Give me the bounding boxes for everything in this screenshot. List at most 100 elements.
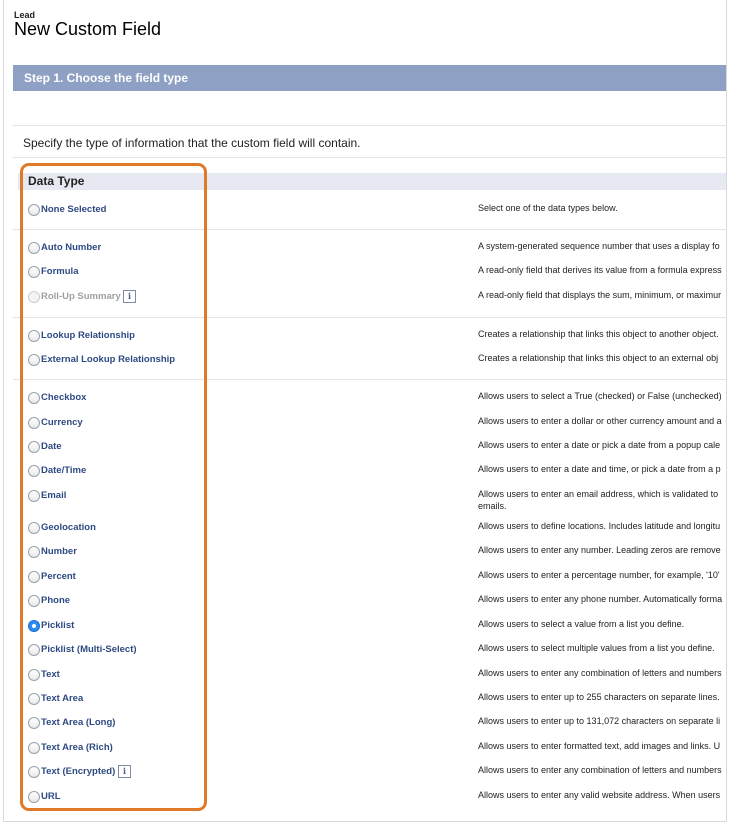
field-type-row: External Lookup Relationship Creates a re…	[4, 352, 726, 372]
field-type-radio[interactable]	[28, 490, 40, 502]
divider	[13, 157, 726, 158]
field-type-radio[interactable]	[28, 417, 40, 429]
field-type-label[interactable]: Email	[41, 490, 66, 501]
field-type-label[interactable]: Text Area (Rich)	[41, 742, 113, 753]
description-line: A read-only field that displays the sum,…	[478, 290, 722, 300]
field-type-radio[interactable]	[28, 766, 40, 778]
description-line: Creates a relationship that links this o…	[478, 353, 719, 363]
field-type-row: Lookup Relationship Creates a relationshi…	[4, 328, 726, 348]
step-header: Step 1. Choose the field type	[13, 65, 726, 91]
field-type-description: Allows users to enter formatted text, ad…	[478, 740, 726, 752]
group-divider	[13, 317, 726, 318]
description-line: Allows users to enter any combination of…	[478, 668, 722, 678]
field-type-description: Allows users to enter any combination of…	[478, 667, 726, 679]
field-type-radio[interactable]	[28, 717, 40, 729]
field-type-row: Geolocation Allows users to define locati…	[4, 520, 726, 540]
description-line: Allows users to enter up to 255 characte…	[478, 692, 720, 702]
field-type-label[interactable]: Formula	[41, 266, 78, 277]
field-type-row: Text Area (Long) Allows users to enter up…	[4, 715, 726, 735]
field-type-row: Currency Allows users to enter a dollar o…	[4, 415, 726, 435]
field-type-label[interactable]: Lookup Relationship	[41, 330, 135, 341]
field-type-radio[interactable]	[28, 522, 40, 534]
description-line: Allows users to select a value from a li…	[478, 619, 685, 629]
field-type-description: Allows users to enter a date or pick a d…	[478, 439, 726, 451]
field-type-label[interactable]: Percent	[41, 571, 76, 582]
field-type-row: Roll-Up Summary i A read-only field that d…	[4, 289, 726, 309]
field-type-label[interactable]: Number	[41, 546, 77, 557]
description-line: A system-generated sequence number that …	[478, 241, 720, 251]
field-type-label[interactable]: URL	[41, 791, 61, 802]
divider	[13, 125, 726, 126]
field-type-radio[interactable]	[28, 546, 40, 558]
field-type-label[interactable]: Phone	[41, 595, 70, 606]
field-type-label[interactable]: Text Area	[41, 693, 83, 704]
field-type-radio[interactable]	[28, 595, 40, 607]
field-type-description: Allows users to enter any phone number. …	[478, 593, 726, 605]
group-divider	[13, 379, 726, 380]
field-type-row: URL Allows users to enter any valid websi…	[4, 789, 726, 809]
field-type-radio[interactable]	[28, 693, 40, 705]
field-type-description: Allows users to select multiple values f…	[478, 642, 726, 654]
field-type-label[interactable]: Picklist	[41, 620, 74, 631]
field-type-radio[interactable]	[28, 791, 40, 803]
description-line: Allows users to select multiple values f…	[478, 643, 715, 653]
field-type-description: Allows users to select a True (checked) …	[478, 390, 726, 402]
field-type-radio[interactable]	[28, 571, 40, 583]
field-type-label[interactable]: Text	[41, 669, 60, 680]
field-type-row: Number Allows users to enter any number. …	[4, 544, 726, 564]
field-type-row: Email Allows users to enter an email addr…	[4, 488, 726, 511]
field-type-label[interactable]: Date/Time	[41, 465, 86, 476]
field-type-description: Allows users to enter an email address, …	[478, 488, 726, 512]
field-type-radio[interactable]	[28, 742, 40, 754]
description-line: Allows users to select a True (checked) …	[478, 391, 722, 401]
field-type-radio[interactable]	[28, 392, 40, 404]
field-type-description: Allows users to enter up to 131,072 char…	[478, 715, 726, 727]
field-type-label[interactable]: None Selected	[41, 204, 106, 215]
field-type-radio[interactable]	[28, 330, 40, 342]
field-type-radio[interactable]	[28, 620, 40, 632]
field-type-label[interactable]: External Lookup Relationship	[41, 354, 175, 365]
field-type-label[interactable]: Picklist (Multi-Select)	[41, 644, 137, 655]
field-type-label[interactable]: Currency	[41, 417, 83, 428]
field-type-radio[interactable]	[28, 644, 40, 656]
field-type-row: Text (Encrypted) i Allows users to enter a…	[4, 764, 726, 784]
description-line: Allows users to enter a date and time, o…	[478, 464, 721, 474]
description-line: Allows users to enter any phone number. …	[478, 594, 723, 604]
field-type-description: A read-only field that displays the sum,…	[478, 289, 726, 301]
field-type-row: Text Allows users to enter any combinatio…	[4, 667, 726, 687]
field-type-radio[interactable]	[28, 354, 40, 366]
field-type-label: Roll-Up Summary	[41, 291, 121, 302]
description-line: Allows users to enter a percentage numbe…	[478, 570, 720, 580]
field-type-description: Allows users to define locations. Includ…	[478, 520, 726, 532]
field-type-description: Creates a relationship that links this o…	[478, 328, 726, 340]
field-type-row: None Selected Select one of the data type…	[4, 202, 726, 222]
field-type-radio[interactable]	[28, 242, 40, 254]
description-line: Allows users to enter any valid website …	[478, 790, 721, 800]
field-type-radio[interactable]	[28, 465, 40, 477]
field-type-radio[interactable]	[28, 266, 40, 278]
description-line: Allows users to define locations. Includ…	[478, 521, 721, 531]
field-type-label[interactable]: Auto Number	[41, 242, 101, 253]
field-type-description: A read-only field that derives its value…	[478, 264, 726, 276]
description-line: Creates a relationship that links this o…	[478, 329, 719, 339]
description-line: Allows users to enter a dollar or other …	[478, 416, 722, 426]
highlight-box	[20, 163, 207, 811]
field-type-radio[interactable]	[28, 669, 40, 681]
field-type-label[interactable]: Text Area (Long)	[41, 717, 115, 728]
field-type-label[interactable]: Geolocation	[41, 522, 96, 533]
page-title: New Custom Field	[14, 19, 162, 39]
description-line: A read-only field that derives its value…	[478, 265, 722, 275]
field-type-label[interactable]: Checkbox	[41, 392, 86, 403]
description-line: emails.	[478, 501, 507, 511]
field-type-label[interactable]: Date	[41, 441, 62, 452]
field-type-row: Phone Allows users to enter any phone num…	[4, 593, 726, 613]
description-line: Select one of the data types below.	[478, 203, 618, 213]
field-type-row: Date Allows users to enter a date or pick…	[4, 439, 726, 459]
info-icon[interactable]: i	[123, 290, 136, 303]
field-type-description: Allows users to enter any valid website …	[478, 789, 726, 801]
field-type-radio[interactable]	[28, 441, 40, 453]
info-icon[interactable]: i	[118, 765, 131, 778]
description-line: Allows users to enter an email address, …	[478, 489, 719, 499]
field-type-radio[interactable]	[28, 204, 40, 216]
field-type-label[interactable]: Text (Encrypted)	[41, 766, 115, 777]
